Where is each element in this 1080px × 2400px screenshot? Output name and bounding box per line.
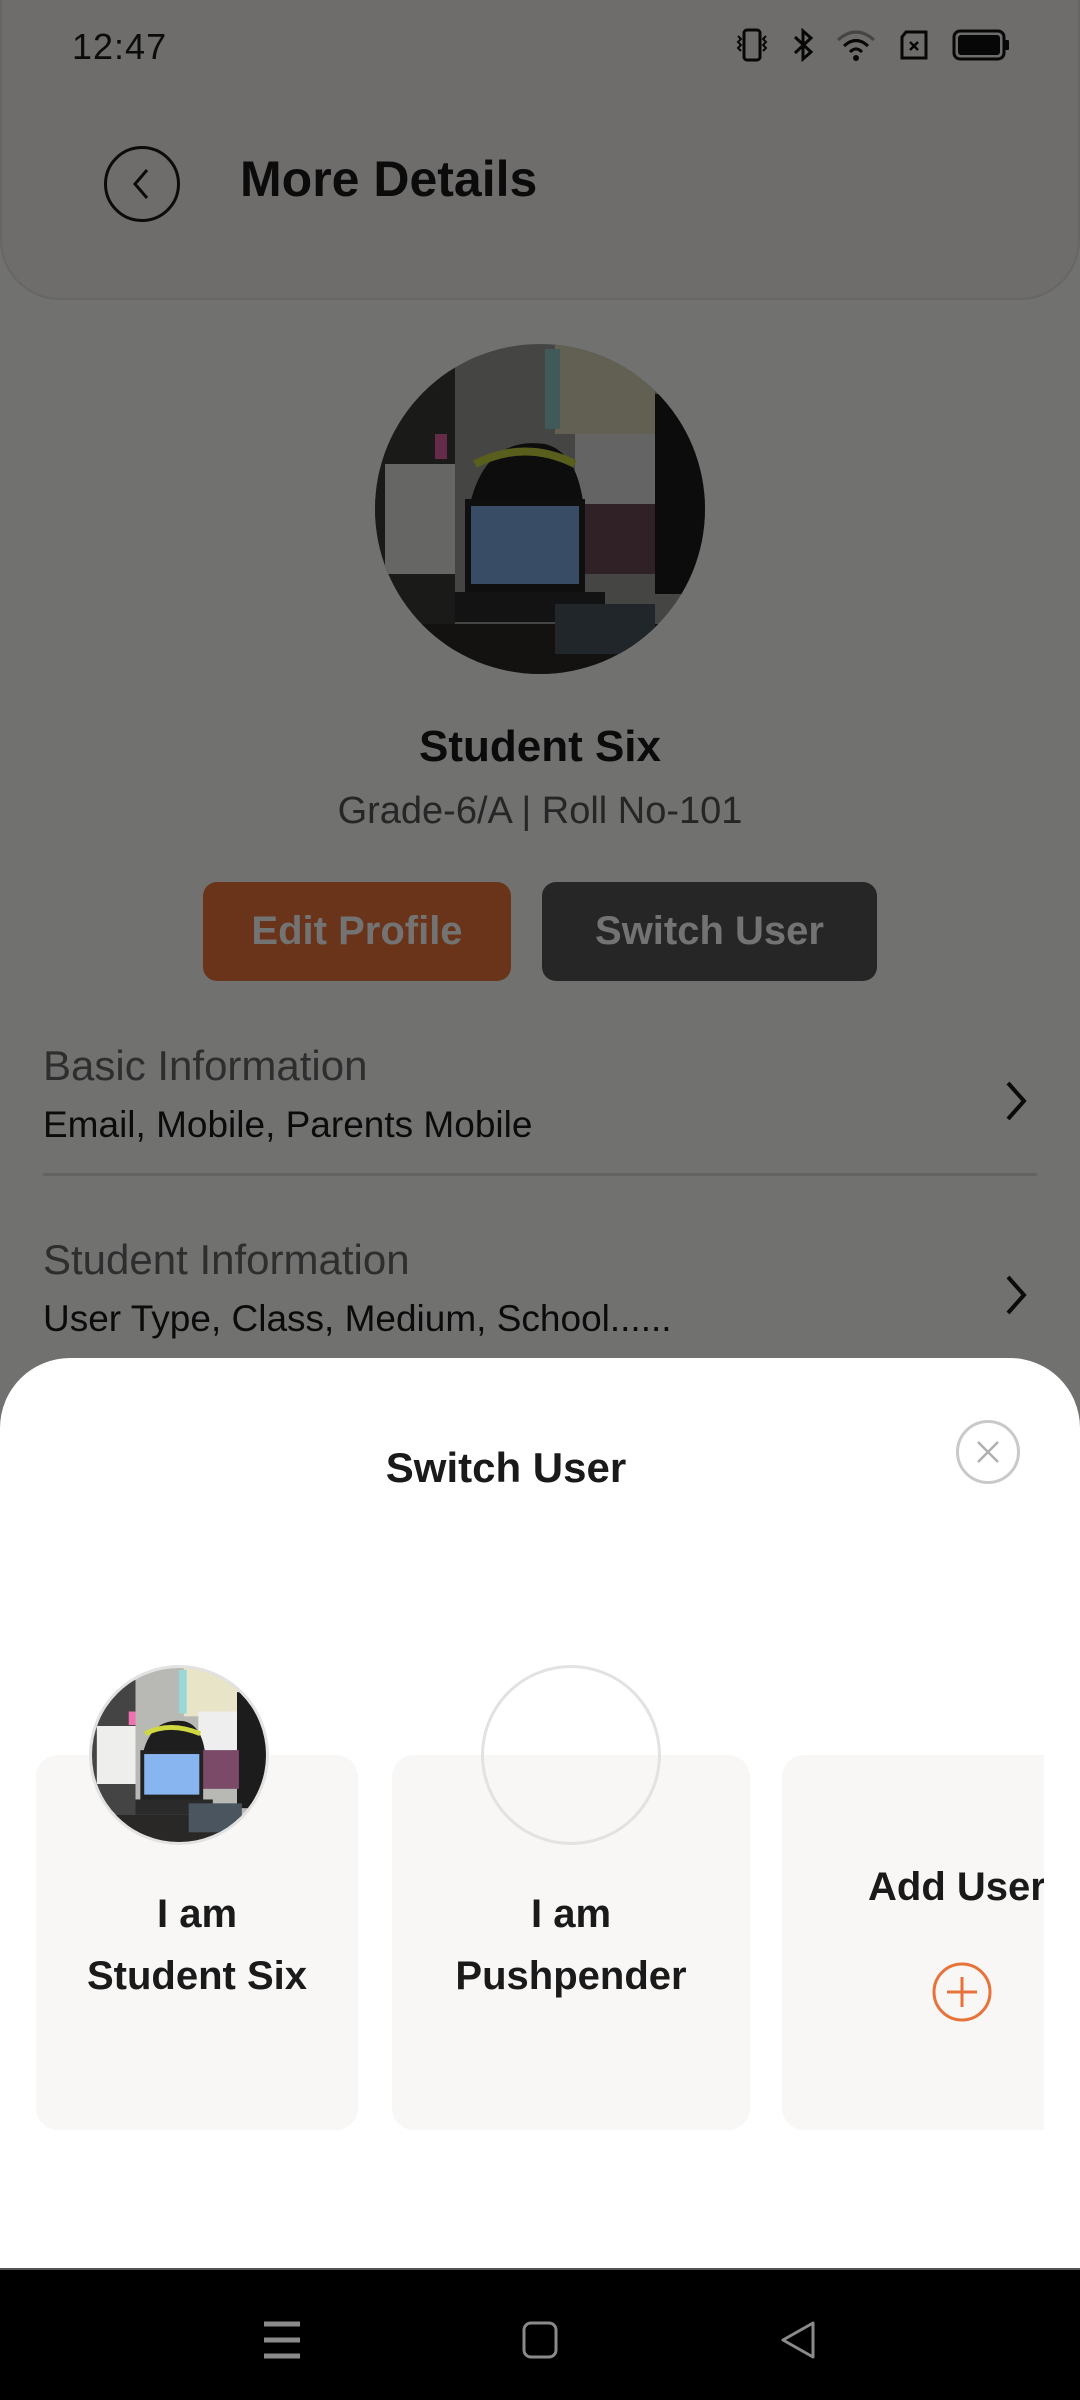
add-user-label: Add User (868, 1865, 1044, 1909)
back-icon[interactable] (779, 2320, 819, 2360)
system-nav-bar (0, 2268, 1080, 2400)
user-avatar-pushpender (481, 1665, 661, 1845)
user-cards-scroller[interactable]: Add User I am Student Six I am Pushpende… (0, 1358, 1080, 2268)
home-icon[interactable] (521, 2320, 559, 2360)
user-label-line2: Student Six (86, 1954, 308, 1998)
switch-user-sheet: Switch User Add User I am Student Six I … (0, 1358, 1080, 2268)
plus-circle-icon[interactable] (931, 1961, 993, 2023)
user-label-line1: I am (530, 1892, 612, 1936)
user-avatar-student-six (89, 1665, 269, 1845)
user-label-line1: I am (156, 1892, 238, 1936)
menu-icon[interactable] (262, 2320, 302, 2360)
add-user-card[interactable]: Add User (782, 1755, 1044, 2130)
user-label-student-six: I am Student Six (36, 1883, 358, 2007)
user-label-pushpender: I am Pushpender (392, 1883, 750, 2007)
user-label-line2: Pushpender (455, 1954, 687, 1998)
user-photo (92, 1668, 266, 1842)
